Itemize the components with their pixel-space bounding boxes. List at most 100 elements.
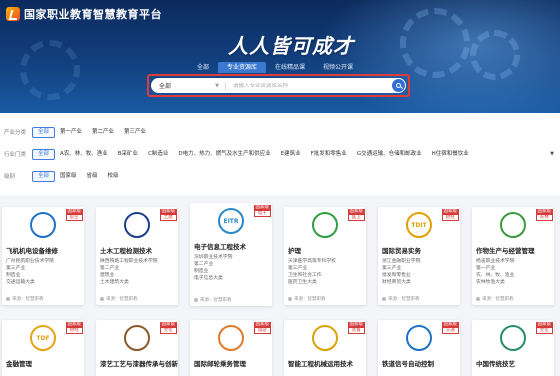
source-text: 来源：智慧职教	[12, 297, 44, 302]
card-meta-line: 第二产业	[194, 262, 214, 267]
card-thumbnail: 国家级 交通	[378, 320, 460, 356]
chevron-down-icon: ▼	[215, 82, 219, 89]
level-badge: 国家级 航空	[65, 209, 83, 221]
search-input[interactable]	[233, 82, 392, 89]
platform-name[interactable]: 国家职业教育智慧教育平台	[24, 6, 162, 22]
school-logo-icon	[218, 325, 244, 351]
badge-category: 文化	[159, 327, 177, 334]
source-text: 来源：智慧职教	[482, 297, 514, 302]
source-icon	[6, 297, 10, 301]
filter-chip[interactable]: H住宿和餐饮业	[427, 149, 474, 160]
card-thumbnail: TDIT 国家级 财经	[378, 207, 460, 243]
badge-category: 医卫	[347, 214, 365, 221]
filter-chip[interactable]: 第三产业	[119, 127, 151, 138]
filter-chip-all[interactable]: 全部	[32, 148, 56, 160]
badge-level: 国家级	[347, 209, 365, 214]
resource-card[interactable]: TDF 国家级 财经 金融管理	[2, 320, 84, 376]
badge-category: 交通	[441, 327, 459, 334]
level-badge: 国家级 医卫	[347, 209, 365, 221]
filter-label: 级别	[4, 174, 16, 180]
search-scope-value: 全部	[159, 83, 172, 90]
search-button[interactable]	[392, 79, 405, 92]
filter-chip[interactable]: C制造业	[143, 149, 173, 160]
resource-card[interactable]: 国家级 旅游 国际邮轮乘务管理	[190, 320, 272, 376]
card-title[interactable]: 漆艺工艺与漆器传承与创新	[96, 356, 178, 368]
resource-card[interactable]: 国家级 交通 铁道信号自动控制	[378, 320, 460, 376]
card-title[interactable]: 智能工程机械运用技术	[284, 356, 366, 368]
card-title[interactable]: 作物生产与经营管理	[472, 243, 554, 255]
badge-category: 旅游	[253, 327, 271, 334]
card-title[interactable]: 土木工程检测技术	[96, 243, 178, 255]
filter-chip[interactable]: A农、林、牧、渔业	[55, 149, 113, 160]
search-scope-select[interactable]: 全部 ▼	[151, 81, 225, 91]
resource-card[interactable]: 国家级 航空 飞机机电设备维修 广州民航职业技术学院 第三产业 制造业 交通运输大类 来源：智…	[2, 207, 84, 305]
filter-chip[interactable]: 第一产业	[55, 127, 87, 138]
filter-row-industry: 产业分类 全部 第一产业 第二产业 第三产业	[4, 126, 151, 138]
tab-online-courses[interactable]: 在线精品课	[266, 62, 314, 73]
filter-chip[interactable]: B采矿业	[113, 149, 143, 160]
level-badge: 国家级 文化	[159, 322, 177, 334]
expand-chevron-icon[interactable]: ▼	[550, 151, 554, 157]
tab-resource-library[interactable]: 专业资源库	[218, 62, 267, 73]
card-source: 来源：智慧职教	[288, 296, 326, 302]
card-title[interactable]: 国际邮轮乘务管理	[190, 356, 272, 368]
source-text: 来源：智慧职教	[200, 298, 232, 303]
card-title[interactable]: 金融管理	[2, 356, 84, 368]
filter-chip-all[interactable]: 全部	[32, 170, 56, 182]
resource-card[interactable]: 国家级 土建 土木工程检测技术 陕西铁路工程职业技术学院 第二产业 建筑业 土木建筑大类 来源…	[96, 207, 178, 305]
filter-chip[interactable]: G交通运输、仓储和邮政业	[352, 149, 427, 160]
resource-card[interactable]: 国家级 装备 智能工程机械运用技术	[284, 320, 366, 376]
card-source: 来源：智慧职教	[476, 296, 514, 302]
filter-chip[interactable]: 第二产业	[87, 127, 119, 138]
badge-category: 电子	[253, 210, 271, 217]
source-text: 来源：智慧职教	[388, 297, 420, 302]
filter-row-level: 级别 全部 国家级 省级 校级	[4, 170, 124, 182]
filter-label: 产业分类	[4, 130, 27, 136]
filter-chip[interactable]: 校级	[103, 171, 124, 182]
source-icon	[288, 297, 292, 301]
card-thumbnail: 国家级 文化	[472, 320, 554, 356]
card-thumbnail: 国家级 农林	[472, 207, 554, 243]
badge-level: 国家级	[535, 209, 553, 214]
card-meta-line: 土木建筑大类	[100, 280, 129, 285]
resource-card[interactable]: 国家级 文化 中国传统技艺	[472, 320, 554, 376]
filter-chip-all[interactable]: 全部	[32, 126, 56, 138]
card-meta: 天津医学高等专科学校 第三产业 卫生和社会工作 医药卫生大类	[284, 255, 366, 286]
gear-decoration	[400, 8, 470, 78]
card-title[interactable]: 铁道信号自动控制	[378, 356, 460, 368]
card-meta-line: 交通运输大类	[6, 280, 35, 285]
resource-tabs: 全部 专业资源库 在线精品课 视频公开课	[188, 62, 362, 74]
school-logo-icon	[124, 212, 150, 238]
resource-card[interactable]: EITR 国家级 电子 电子信息工程技术 深圳职业技术学院 第二产业 制造业 电子信息大类 来源…	[190, 203, 272, 306]
badge-category: 装备	[347, 327, 365, 334]
card-meta: 陕西铁路工程职业技术学院 第二产业 建筑业 土木建筑大类	[96, 255, 178, 286]
resource-card[interactable]: 国家级 医卫护理 天津医学高等专科学校 第三产业 卫生和社会工作 医药卫生大类来源：智慧职…	[284, 207, 366, 305]
card-title[interactable]: 飞机机电设备维修	[2, 243, 84, 255]
tab-all[interactable]: 全部	[188, 62, 218, 73]
card-meta-line: 制造业	[194, 269, 209, 274]
card-title[interactable]: 国际贸易实务	[378, 243, 460, 255]
filter-chip[interactable]: E建筑业	[276, 149, 306, 160]
search-highlight: 全部 ▼	[147, 74, 410, 97]
school-logo-icon	[500, 325, 526, 351]
badge-level: 国家级	[159, 209, 177, 214]
filter-chip[interactable]: D电力、热力、燃气及水生产和供应业	[173, 149, 275, 160]
resource-card[interactable]: TDIT 国家级 财经 国际贸易实务 浙江金融职业学院 第三产业 批发和零售业 财经商贸大类来…	[378, 207, 460, 305]
filter-chip[interactable]: 国家级	[55, 171, 82, 182]
school-logo-icon	[312, 325, 338, 351]
resource-card[interactable]: 国家级 农林 作物生产与经营管理 杨凌职业技术学院 第一产业 农、林、牧、渔业 农林牧渔大类…	[472, 207, 554, 305]
card-meta-line: 第二产业	[100, 266, 120, 271]
tab-video-courses[interactable]: 视频公开课	[314, 62, 362, 73]
card-title[interactable]: 中国传统技艺	[472, 356, 554, 368]
source-text: 来源：智慧职教	[106, 297, 138, 302]
card-meta-line: 广州民航职业技术学院	[6, 259, 54, 264]
resource-card[interactable]: 国家级 文化漆艺工艺与漆器传承与创新	[96, 320, 178, 376]
badge-level: 国家级	[441, 209, 459, 214]
filter-chip[interactable]: 省级	[82, 171, 103, 182]
platform-logo-icon[interactable]	[6, 7, 20, 21]
badge-category: 农林	[535, 214, 553, 221]
card-title[interactable]: 护理	[284, 243, 366, 255]
school-logo-icon: TDIT	[406, 212, 432, 238]
filter-chip[interactable]: F批发和零售业	[306, 149, 352, 160]
card-title[interactable]: 电子信息工程技术	[190, 239, 272, 251]
